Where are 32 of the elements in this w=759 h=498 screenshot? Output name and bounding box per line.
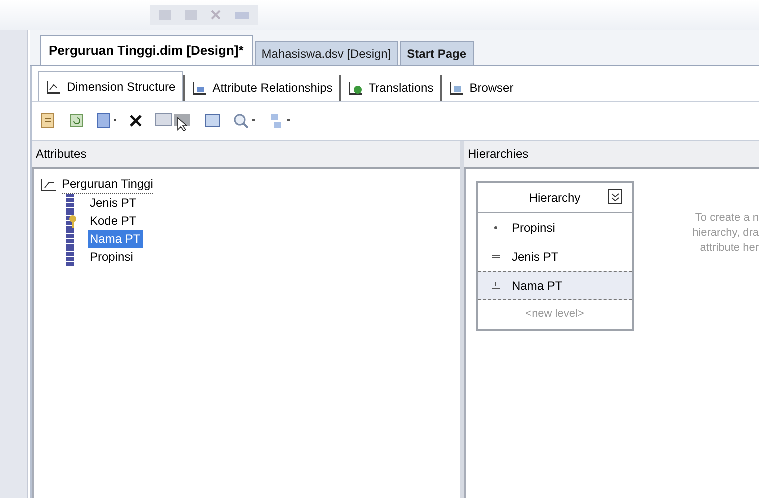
delete-icon[interactable] xyxy=(128,113,144,129)
zoom-icon[interactable] xyxy=(232,112,258,130)
hierarchy-level[interactable]: Propinsi xyxy=(478,213,632,242)
level-icon xyxy=(492,282,500,290)
collapse-icon[interactable] xyxy=(608,189,624,205)
pane-title: Attributes xyxy=(36,146,87,163)
designer-tab[interactable]: Dimension Structure xyxy=(38,71,183,101)
attribute-item[interactable]: Jenis PT xyxy=(88,194,139,212)
hint-text: To create a n xyxy=(695,211,759,226)
refresh-icon[interactable] xyxy=(68,112,86,130)
chart-icon xyxy=(45,78,61,94)
window-icon[interactable] xyxy=(204,112,222,130)
hierarchy-level[interactable]: Jenis PT xyxy=(478,242,632,271)
hierarchy-box[interactable]: Hierarchy Propinsi Jenis PT Nama PT <new level> xyxy=(476,181,634,331)
chart-icon xyxy=(448,80,464,96)
document-tab[interactable]: Perguruan Tinggi.dim [Design]* xyxy=(40,35,253,65)
level-icon xyxy=(492,224,500,232)
document-tab[interactable]: Start Page xyxy=(400,41,474,65)
attribute-item[interactable]: Propinsi xyxy=(88,248,136,266)
hierarchy-level[interactable]: Nama PT xyxy=(478,271,632,300)
hint-text: attribute her xyxy=(700,241,759,256)
hierarchy-name[interactable]: Hierarchy xyxy=(529,188,581,206)
document-tab[interactable]: Mahasiswa.dsv [Design] xyxy=(254,41,398,65)
attribute-item[interactable]: Kode PT xyxy=(88,212,139,230)
key-attribute-icon xyxy=(66,212,78,230)
chart-icon xyxy=(346,80,363,96)
attribute-item[interactable]: Nama PT xyxy=(88,230,143,248)
chart-icon xyxy=(190,80,207,96)
dimension-icon xyxy=(40,176,58,192)
hint-text: hierarchy, dra xyxy=(692,226,759,241)
pane-title: Hierarchies xyxy=(468,146,529,163)
level-icon xyxy=(492,252,500,260)
